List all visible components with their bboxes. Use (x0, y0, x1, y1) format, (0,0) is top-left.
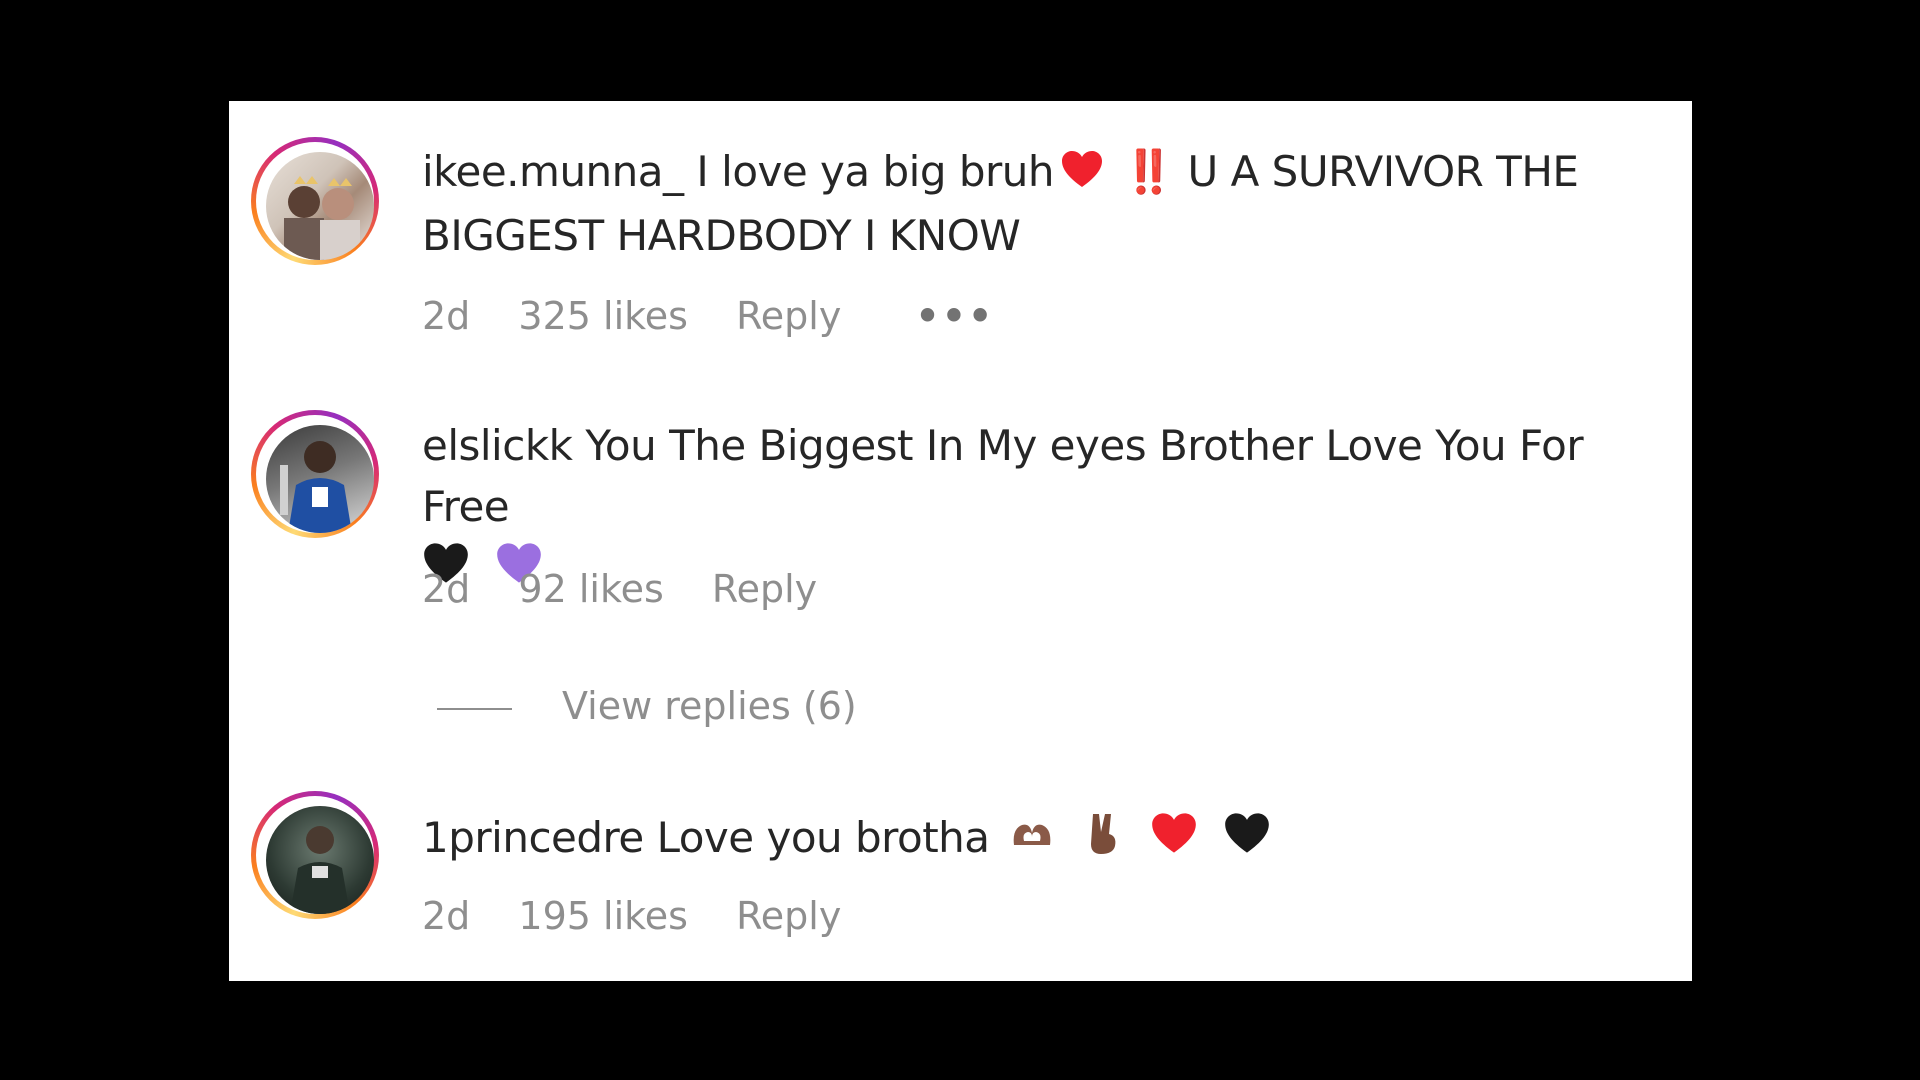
more-options-icon[interactable]: ••• (915, 294, 994, 338)
view-replies-label[interactable]: View replies (6) (562, 684, 857, 728)
comment-meta: 2d 325 likes Reply ••• (422, 294, 1030, 338)
avatar[interactable] (251, 410, 379, 538)
comment-username[interactable]: elslickk (422, 421, 573, 470)
heart-hands-icon (1008, 810, 1056, 871)
avatar[interactable] (251, 137, 379, 265)
avatar[interactable] (251, 791, 379, 919)
comment-username[interactable]: ikee.munna_ (422, 147, 684, 196)
comment-text: ikee.munna_ I love ya big bruh ‼️ U A SU… (422, 141, 1672, 266)
comment-username[interactable]: 1princedre (422, 813, 644, 862)
comment-body: Love you brotha (656, 813, 990, 862)
comment-likes[interactable]: 325 likes (518, 294, 688, 338)
comment-time: 2d (422, 294, 471, 338)
comment-likes[interactable]: 195 likes (518, 894, 688, 938)
victory-hand-icon (1081, 810, 1125, 872)
reply-button[interactable]: Reply (736, 294, 841, 338)
comment-text: 1princedre Love you brotha (422, 807, 1672, 872)
red-heart-icon (1150, 810, 1198, 871)
comments-panel: ikee.munna_ I love ya big bruh ‼️ U A SU… (229, 101, 1692, 981)
comment-time: 2d (422, 894, 471, 938)
red-heart-icon (1060, 144, 1104, 205)
reply-button[interactable]: Reply (712, 567, 817, 611)
black-heart-icon (1223, 810, 1271, 871)
reply-button[interactable]: Reply (736, 894, 841, 938)
comment-body: I love ya big bruh (696, 147, 1055, 196)
view-replies-button[interactable]: View replies (6) (437, 684, 857, 728)
comment-time: 2d (422, 567, 471, 611)
comment-body: You The Biggest In My eyes Brother Love … (422, 421, 1584, 531)
comment-meta: 2d 92 likes Reply (422, 567, 853, 611)
comment-likes[interactable]: 92 likes (518, 567, 663, 611)
replies-divider-line (437, 707, 512, 710)
comment-meta: 2d 195 likes Reply (422, 894, 877, 938)
